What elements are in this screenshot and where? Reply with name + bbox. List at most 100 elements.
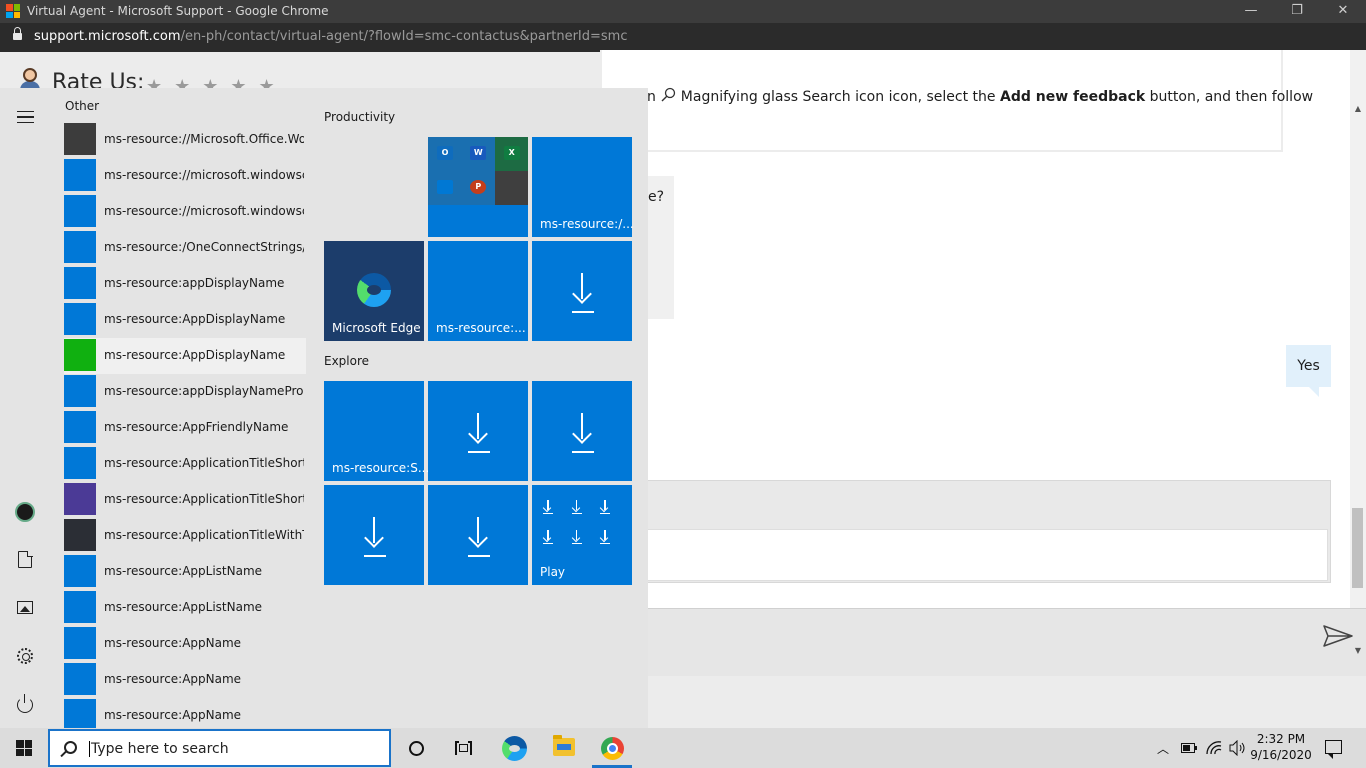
download-icon	[597, 495, 625, 525]
app-list-item[interactable]: ms-resource:/OneConnectStrings/O...	[64, 230, 306, 266]
edge-logo-icon	[357, 273, 391, 307]
app-list-item[interactable]: ms-resource://microsoft.windowsco...	[64, 194, 306, 230]
info-text-prefix: n	[647, 89, 656, 105]
tile-label: ms-resource:S...	[332, 461, 430, 475]
taskbar-search-box[interactable]: Type here to search	[48, 729, 391, 767]
app-list-item[interactable]: ms-resource:AppName	[64, 662, 306, 698]
group-productivity: Productivity	[324, 110, 396, 124]
action-center-icon[interactable]	[1325, 740, 1342, 759]
message-composer[interactable]	[600, 608, 1366, 676]
scroll-down-arrow-icon[interactable]: ▼	[1353, 646, 1363, 656]
tile-label: ms-resource:/...	[540, 217, 634, 231]
scroll-up-arrow-icon[interactable]: ▲	[1353, 104, 1363, 114]
search-placeholder: Type here to search	[89, 741, 229, 757]
suggestion-box[interactable]	[603, 529, 1328, 581]
app-list-item-label: ms-resource:AppName	[104, 672, 242, 686]
show-hidden-icons-chevron-icon[interactable]: ︿	[1157, 740, 1169, 757]
chat-scrollbar-thumb[interactable]	[1352, 508, 1363, 588]
app-list-item[interactable]: ms-resource:ApplicationTitleShort	[64, 482, 306, 518]
app-list-item-label: ms-resource:appDisplayName	[104, 276, 285, 290]
volume-icon[interactable]	[1229, 740, 1247, 756]
app-tile-icon	[64, 447, 96, 479]
tile-download-1[interactable]	[532, 241, 632, 341]
edge-taskbar-icon[interactable]	[502, 736, 527, 761]
download-icon	[569, 525, 597, 555]
start-menu-rail	[0, 88, 50, 728]
group-explore: Explore	[324, 354, 370, 368]
send-icon[interactable]	[1323, 625, 1353, 647]
documents-icon[interactable]	[18, 550, 33, 568]
app-tile-icon	[64, 375, 96, 407]
download-icon	[571, 413, 593, 445]
app-tile-icon	[64, 699, 96, 731]
app-list-item-label: ms-resource://microsoft.windowsco...	[104, 204, 304, 218]
tile-ms-resource-3[interactable]: ms-resource:S...	[324, 381, 429, 481]
app-list-section-other: Other	[65, 99, 100, 113]
app-list-item[interactable]: ms-resource:AppListName	[64, 590, 306, 626]
app-list-item[interactable]: ms-resource:AppName	[64, 626, 306, 662]
pictures-icon[interactable]	[17, 601, 33, 614]
address-bar[interactable]: support.microsoft.com/en-ph/contact/virt…	[0, 23, 1366, 52]
tile-ms-resource-1[interactable]: ms-resource:/...	[532, 137, 634, 237]
minimize-button[interactable]: —	[1228, 2, 1274, 20]
office-app-cell: P	[461, 171, 495, 205]
tile-download-4[interactable]	[324, 485, 424, 585]
power-icon[interactable]	[17, 694, 33, 713]
app-list-item[interactable]: ms-resource://Microsoft.Office.Wor...	[64, 122, 306, 158]
system-clock[interactable]: 2:32 PM 9/16/2020	[1250, 731, 1312, 763]
bot-question-text: e?	[648, 189, 665, 205]
app-list-item[interactable]: ms-resource:AppListName	[64, 554, 306, 590]
office-apps-tile[interactable]: O W X P	[428, 137, 528, 237]
url-path: /en-ph/contact/virtual-agent/?flowId=smc…	[180, 29, 628, 44]
powerpoint-icon: P	[470, 180, 487, 194]
app-list-item[interactable]: ms-resource:ApplicationTitleShort	[64, 446, 306, 482]
tile-download-5[interactable]	[428, 485, 528, 585]
microsoft-edge-tile[interactable]: Microsoft Edge	[324, 241, 424, 341]
add-new-feedback-label: Add new feedback	[999, 89, 1146, 105]
info-text-search: Magnifying glass Search icon icon, selec…	[680, 89, 1000, 105]
app-logo-icon	[6, 4, 20, 18]
start-button[interactable]	[0, 728, 48, 768]
outlook-icon: O	[437, 146, 453, 160]
app-list-item-label: ms-resource://microsoft.windowsco...	[104, 168, 304, 182]
task-view-icon[interactable]	[455, 741, 472, 755]
app-list-item-label: ms-resource:AppListName	[104, 564, 263, 578]
magnifying-glass-icon	[661, 87, 676, 102]
file-explorer-icon[interactable]	[553, 735, 575, 756]
app-list-item-label: ms-resource:AppListName	[104, 600, 263, 614]
hamburger-menu-icon[interactable]	[17, 111, 34, 123]
app-tile-icon	[64, 159, 96, 191]
window-title: Virtual Agent - Microsoft Support - Goog…	[27, 4, 329, 18]
lock-icon[interactable]	[13, 27, 22, 42]
tile-download-3[interactable]	[532, 381, 632, 481]
url-host: support.microsoft.com	[34, 29, 181, 44]
battery-icon[interactable]	[1181, 742, 1197, 754]
browser-title-bar: Virtual Agent - Microsoft Support - Goog…	[0, 0, 1366, 23]
chrome-taskbar-icon[interactable]	[601, 737, 624, 760]
app-list-item[interactable]: ms-resource://microsoft.windowsco...	[64, 158, 306, 194]
office-app-cell: O	[428, 137, 462, 171]
settings-gear-icon[interactable]	[17, 648, 33, 664]
app-tile-icon	[64, 663, 96, 695]
user-reply-bubble: Yes	[1286, 345, 1331, 397]
restore-button[interactable]: ❐	[1274, 2, 1320, 20]
app-list-item[interactable]: ms-resource:AppDisplayName	[64, 338, 306, 374]
app-tile-icon	[64, 555, 96, 587]
app-list-item[interactable]: ms-resource:ApplicationTitleWithTa...	[64, 518, 306, 554]
windows-logo-icon	[16, 740, 32, 756]
app-list-item-label: ms-resource:/OneConnectStrings/O...	[104, 240, 304, 254]
app-list-item[interactable]: ms-resource:appDisplayNamePro	[64, 374, 306, 410]
tile-download-2[interactable]	[428, 381, 528, 481]
app-list-item[interactable]: ms-resource:appDisplayName	[64, 266, 306, 302]
play-folder-tile[interactable]: Play	[532, 485, 632, 585]
wifi-icon[interactable]	[1205, 740, 1223, 756]
app-list-item-label: ms-resource://Microsoft.Office.Wor...	[104, 132, 304, 146]
app-list-item[interactable]: ms-resource:AppFriendlyName	[64, 410, 306, 446]
url-text[interactable]: support.microsoft.com/en-ph/contact/virt…	[34, 29, 628, 44]
tile-ms-resource-2[interactable]: ms-resource:...	[428, 241, 528, 341]
clock-date: 9/16/2020	[1250, 748, 1312, 762]
cortana-icon[interactable]	[409, 741, 424, 756]
close-button[interactable]: ✕	[1320, 2, 1366, 20]
app-list-item[interactable]: ms-resource:AppDisplayName	[64, 302, 306, 338]
user-account-icon[interactable]	[15, 502, 35, 522]
